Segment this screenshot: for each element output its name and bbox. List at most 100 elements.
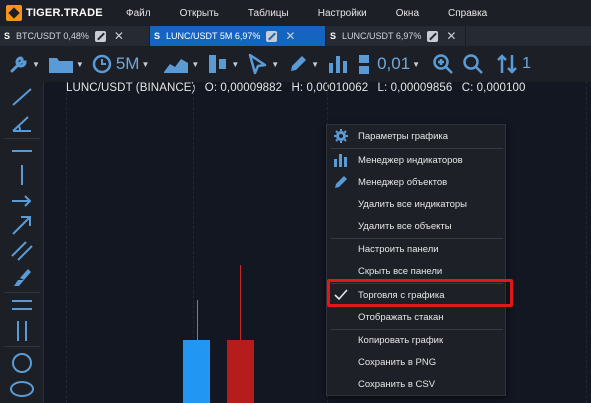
menu-settings[interactable]: Настройки — [318, 8, 381, 19]
menu-item-show-order-book[interactable]: Отображать стакан — [327, 306, 507, 328]
tab-prefix: S — [4, 31, 11, 41]
tab-lunc-usdt-5m[interactable]: S LUNC/USDT 5M 6,97% ✕ — [150, 26, 326, 46]
menu-item-chart-settings[interactable]: Параметры графика — [327, 125, 507, 147]
menu-item-label: Удалить все объекты — [358, 220, 452, 232]
menu-item-label: Сохранить в CSV — [358, 378, 436, 390]
tab-lunc-usdt[interactable]: S LUNC/USDT 6,97% ✕ — [326, 26, 466, 46]
angle-tool-icon[interactable] — [10, 112, 34, 134]
grid-line — [586, 82, 587, 403]
legend-close: C: 0,000100 — [461, 82, 526, 94]
app-logo-text: TIGER.TRADE — [26, 7, 103, 19]
chart-toolbar: ▼ ▼ 5M ▼ ▼ ▼ ▼ ▼ 0,01 ▼ 1 — [0, 46, 591, 82]
menu-item-label: Отображать стакан — [358, 311, 444, 323]
brush-icon[interactable] — [10, 266, 34, 288]
ohlc-legend: LUNC/USDT (BINANCE) O: 0,00009882 H: 0,0… — [66, 82, 531, 94]
pencil-icon — [291, 56, 307, 71]
menu-item-label: Параметры графика — [358, 130, 449, 142]
cursor-icon — [248, 53, 267, 75]
indicators-button[interactable] — [327, 53, 349, 75]
menu-bar: TIGER.TRADE Файл Открыть Таблицы Настрой… — [0, 0, 591, 26]
trailing-value: 1 — [522, 55, 531, 72]
search-button[interactable] — [462, 53, 484, 75]
zoom-in-button[interactable] — [432, 53, 454, 75]
edit-icon[interactable] — [94, 30, 106, 42]
menu-help[interactable]: Справка — [448, 8, 501, 19]
ellipse-icon[interactable] — [10, 378, 34, 400]
parallel-channel-icon[interactable] — [10, 240, 34, 262]
tick-size-value: 0,01 — [377, 54, 411, 73]
menu-item-object-manager[interactable]: Менеджер объектов — [327, 171, 507, 193]
close-icon[interactable]: ✕ — [446, 29, 456, 43]
wrench-icon — [10, 56, 27, 73]
legend-open: O: 0,00009882 — [204, 82, 283, 94]
menu-item-copy-chart[interactable]: Копировать график — [327, 329, 507, 351]
tab-bar: S BTC/USDT 0,48% ✕ S LUNC/USDT 5M 6,97% … — [0, 26, 591, 46]
wrench-tool-button[interactable]: ▼ — [8, 53, 40, 75]
menu-item-delete-all-indicators[interactable]: Удалить все индикаторы — [327, 193, 507, 215]
candle-body-bearish — [227, 340, 254, 403]
menu-item-configure-panels[interactable]: Настроить панели — [327, 238, 507, 260]
close-icon[interactable]: ✕ — [114, 29, 124, 43]
edit-icon[interactable] — [266, 30, 278, 42]
clock-icon — [92, 54, 112, 74]
tab-label: LUNC/USDT 6,97% — [342, 31, 422, 41]
tick-size-button[interactable]: 0,01 ▼ — [357, 53, 420, 75]
close-icon[interactable]: ✕ — [285, 29, 295, 43]
horizontal-channel-icon[interactable] — [10, 294, 34, 316]
legend-pair: LUNC/USDT (BINANCE) — [66, 82, 196, 94]
chevron-down-icon: ▼ — [231, 59, 240, 69]
vertical-channel-icon[interactable] — [10, 320, 34, 342]
menu-tables[interactable]: Таблицы — [248, 8, 303, 19]
menu-item-save-csv[interactable]: Сохранить в CSV — [327, 373, 507, 395]
folder-button[interactable]: ▼ — [48, 54, 84, 74]
chevron-down-icon: ▼ — [32, 59, 40, 69]
menu-item-delete-all-objects[interactable]: Удалить все объекты — [327, 215, 507, 237]
menu-item-label: Удалить все индикаторы — [358, 198, 468, 210]
cursor-button[interactable]: ▼ — [247, 53, 279, 75]
chevron-down-icon: ▼ — [271, 59, 280, 69]
app-logo: TIGER.TRADE — [0, 5, 126, 21]
drawing-button[interactable]: ▼ — [287, 53, 319, 75]
gear-icon — [334, 129, 348, 143]
tiger-logo-icon — [6, 5, 22, 21]
vertical-line-icon[interactable] — [10, 164, 34, 186]
arrow-icon[interactable] — [10, 214, 34, 236]
divider — [4, 292, 40, 293]
candle-wick — [240, 265, 241, 340]
menu-item-label: Копировать график — [358, 334, 444, 346]
chevron-down-icon: ▼ — [311, 59, 320, 69]
chevron-down-icon: ▼ — [412, 59, 421, 69]
menu-file[interactable]: Файл — [126, 8, 165, 19]
legend-low: L: 0,00009856 — [377, 82, 453, 94]
drawing-tools-panel — [0, 82, 44, 403]
chart-context-menu: Параметры графика Менеджер индикаторов М… — [326, 124, 506, 396]
tab-prefix: S — [330, 31, 337, 41]
menu-item-indicator-manager[interactable]: Менеджер индикаторов — [327, 149, 507, 171]
trend-line-icon[interactable] — [10, 86, 34, 108]
chart-area[interactable]: LUNC/USDT (BINANCE) O: 0,00009882 H: 0,0… — [44, 82, 591, 403]
edit-icon[interactable] — [427, 30, 439, 42]
menu-item-save-png[interactable]: Сохранить в PNG — [327, 351, 507, 373]
chevron-down-icon: ▼ — [191, 59, 200, 69]
area-chart-icon — [164, 59, 189, 73]
grid-line — [66, 82, 67, 403]
chevron-down-icon: ▼ — [75, 59, 84, 69]
menu-open[interactable]: Открыть — [180, 8, 233, 19]
bar-chart-icon — [334, 154, 347, 167]
circle-icon[interactable] — [10, 352, 34, 374]
ray-icon[interactable] — [10, 190, 34, 212]
timeframe-button[interactable]: 5M ▼ — [92, 54, 150, 74]
chevron-down-icon: ▼ — [141, 59, 150, 69]
layout-button[interactable]: ▼ — [207, 53, 239, 75]
candle-wick — [197, 300, 198, 340]
sort-button[interactable]: 1 — [496, 53, 531, 75]
timeframe-value: 5M — [115, 54, 140, 73]
bar-chart-icon — [329, 56, 348, 73]
horizontal-line-icon[interactable] — [10, 140, 34, 162]
legend-high: H: 0,00010062 — [291, 82, 369, 94]
tab-btc-usdt[interactable]: S BTC/USDT 0,48% ✕ — [0, 26, 150, 46]
highlight-annotation — [327, 279, 513, 307]
tick-size-icon — [359, 55, 370, 74]
menu-windows[interactable]: Окна — [396, 8, 433, 19]
chart-type-button[interactable]: ▼ — [163, 54, 199, 74]
